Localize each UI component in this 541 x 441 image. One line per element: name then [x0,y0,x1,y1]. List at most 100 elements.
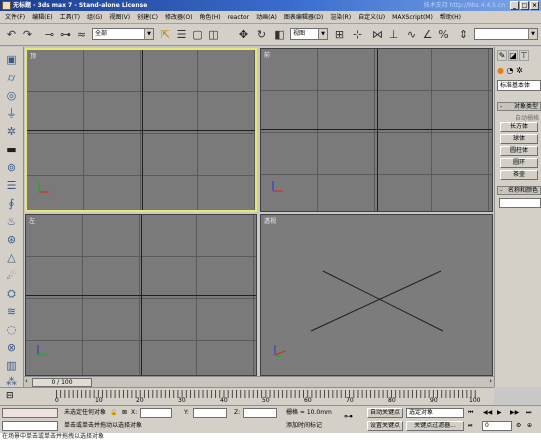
menu-help[interactable]: 帮助(H) [440,11,461,23]
bind-space-warp-icon[interactable]: ≈ [74,27,89,42]
menu-animation[interactable]: 动画(A) [256,11,277,23]
mirror-icon[interactable]: ⋈ [370,27,385,42]
goto-end-icon[interactable]: ⏭ [526,408,531,418]
selected-dropdown[interactable]: 选定对象 [406,408,464,418]
maxscript-input[interactable] [2,421,58,431]
prev-frame-icon[interactable]: ◀◀ [483,408,492,418]
select-object-icon[interactable]: ⇱ [158,27,173,42]
box-button[interactable]: 长方体 [500,122,538,132]
chevron-right-icon[interactable]: › [489,377,492,385]
category-dropdown[interactable]: 标准基本体 [497,80,541,91]
align-icon[interactable]: ⊥ [386,27,401,42]
select-and-rotate-icon[interactable]: ↻ [254,27,269,42]
lights-icon[interactable]: ✲ [516,66,523,75]
menu-reactor[interactable]: reactor [228,11,250,23]
link-icon[interactable]: ⊸ [42,27,57,42]
create-tab-icon[interactable]: ✎ [497,50,507,61]
menu-graph-editors[interactable]: 图表编辑器(D) [284,11,323,23]
undo-icon[interactable]: ↶ [4,27,19,42]
viewport-left[interactable]: 左 [25,214,257,376]
viewport-top[interactable]: 顶 [25,48,257,212]
light-icon[interactable]: ☄ [3,268,20,283]
pyramid-icon[interactable]: △ [3,250,20,265]
y-coordinate-field[interactable] [193,408,227,418]
teapot-icon[interactable]: ♨ [3,214,20,229]
track-bar[interactable]: ⊟ 0 10 20 30 40 50 60 70 80 90 100 [0,387,494,405]
auto-grid-checkbox-label[interactable]: 自动栅格 [515,113,539,122]
close-button[interactable]: × [530,1,539,10]
wave-icon[interactable]: ≋ [3,304,20,319]
pivot-center-icon[interactable]: ⊞ [332,27,347,42]
chart-icon[interactable]: ▥ [3,358,20,373]
angle-snap-icon[interactable]: ∠ [420,27,435,42]
camera-icon[interactable]: ⛭ [3,286,20,301]
unlink-icon[interactable]: ⊶ [58,27,73,42]
select-and-scale-icon[interactable]: ◧ [272,27,287,42]
maxscript-listener-mini[interactable] [2,408,58,418]
absolute-mode-icon[interactable]: ⊠ [122,408,127,418]
object-name-field[interactable] [499,198,541,208]
torus-knot-icon[interactable]: ✲ [3,124,20,139]
object-type-rollout-header[interactable]: - 对象类型 [497,102,541,111]
select-by-name-icon[interactable]: ☰ [174,27,189,42]
viewport-perspective[interactable]: 透视 [260,214,493,376]
goto-start-icon[interactable]: ⏮ [468,408,473,418]
geosphere-icon[interactable]: ⊛ [3,232,20,247]
menu-customize[interactable]: 自定义(U) [358,11,385,23]
helix-icon[interactable]: ∮ [3,196,20,211]
teapot-button[interactable]: 茶壶 [500,170,538,180]
menu-character[interactable]: 角色(H) [199,11,220,23]
selection-filter-dropdown[interactable]: 全部 ▼ [92,28,154,40]
menu-edit[interactable]: 编辑(E) [32,11,52,23]
menu-group[interactable]: 组(G) [87,11,102,23]
menu-create[interactable]: 创建(C) [137,11,158,23]
shapes-icon[interactable]: ◔ [507,66,514,75]
add-time-tag[interactable]: 添加时间标记 [286,421,322,431]
percent-snap-icon[interactable]: % [436,27,451,42]
select-and-manipulate-icon[interactable]: ⊹ [350,27,365,42]
window-crossing-icon[interactable]: ◫ [206,27,221,42]
set-key-button[interactable]: 设置关键点 [367,421,403,431]
select-and-move-icon[interactable]: ✥ [236,27,251,42]
maximize-button[interactable]: □ [520,1,529,10]
cylinder-button[interactable]: 圆柱体 [500,146,538,156]
menu-file[interactable]: 文件(F) [5,11,25,23]
plane-icon[interactable]: ▬ [3,142,20,157]
key-mode-icon[interactable]: ⏯ [468,421,473,431]
time-slider-thumb[interactable]: 0 / 100 [32,378,92,387]
mini-curve-editor-icon[interactable]: ⊟ [6,391,14,401]
hierarchy-tab-icon[interactable]: ⊤ [519,50,529,61]
sphere-button[interactable]: 球体 [500,134,538,144]
torus-button[interactable]: 圆环 [500,158,538,168]
zoom-extents-icon[interactable]: ⊕ [527,421,532,431]
sphere-icon[interactable]: ◎ [3,88,20,103]
rectangular-selection-icon[interactable]: ▢ [190,27,205,42]
auto-key-button[interactable]: 自动关键点 [367,408,403,418]
box-icon[interactable]: ▣ [3,52,20,67]
named-selection-set-dropdown[interactable]: ▼ [474,28,538,40]
spinner-snap-icon[interactable]: ⇕ [456,27,471,42]
ring-icon[interactable]: ⊗ [3,340,20,355]
time-config-icon[interactable]: ⚙ [516,421,521,431]
z-coordinate-field[interactable] [243,408,277,418]
tube-icon[interactable]: ⊚ [3,160,20,175]
name-color-rollout-header[interactable]: - 名称和颜色 [497,186,541,195]
menu-maxscript[interactable]: MAXScript(M) [392,11,433,23]
menu-modifiers[interactable]: 修改器(O) [165,11,192,23]
lock-selection-icon[interactable]: 🔒 [110,408,117,418]
x-coordinate-field[interactable] [140,408,172,418]
stack-icon[interactable]: ☰ [3,178,20,193]
minimize-button[interactable]: _ [510,1,519,10]
modify-tab-icon[interactable]: ◪ [508,50,518,61]
loop-icon[interactable]: ◌ [3,322,20,337]
current-frame-field[interactable]: 0 [482,421,512,431]
geometry-icon[interactable]: ● [497,66,504,75]
next-frame-icon[interactable]: ▶▶ [510,408,519,418]
key-icon[interactable]: ⊶ [344,412,353,422]
redo-icon[interactable]: ↷ [20,27,35,42]
reference-coord-dropdown[interactable]: 视图 ▼ [290,28,328,40]
menu-views[interactable]: 视图(V) [109,11,130,23]
chevron-left-icon[interactable]: ‹ [25,377,28,385]
menu-tools[interactable]: 工具(T) [60,11,80,23]
cone-icon[interactable]: ⏚ [3,106,20,121]
